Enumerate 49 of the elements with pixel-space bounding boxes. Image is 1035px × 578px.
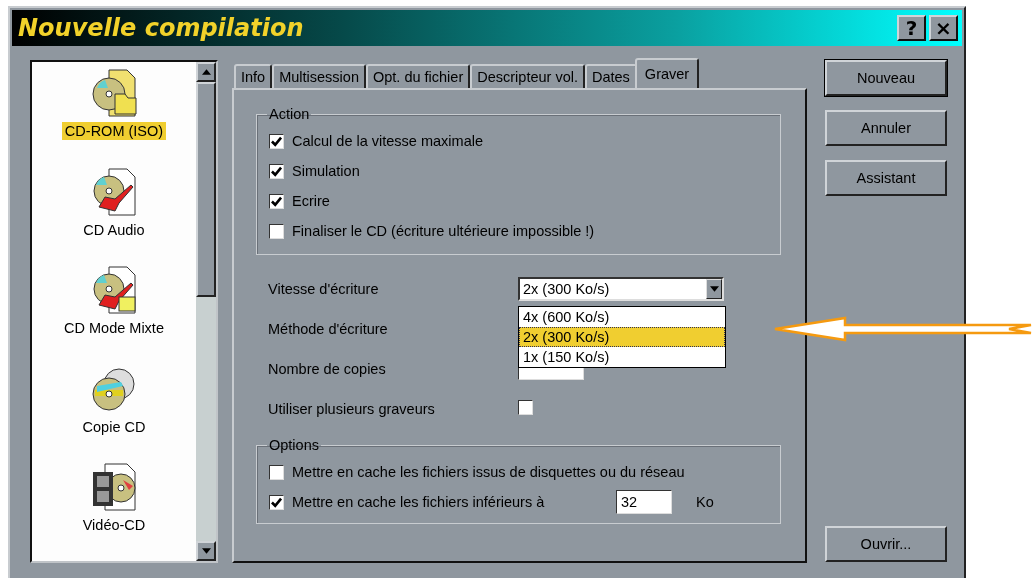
checkbox-label: Finaliser le CD (écriture ultérieure impossible !)	[292, 223, 595, 239]
scroll-down-icon[interactable]	[201, 548, 211, 554]
checkbox-label: Ecrire	[292, 193, 330, 209]
dialog-button[interactable]: Nouveau	[825, 60, 947, 96]
project-type-item[interactable]: CD Mode Mixte	[61, 319, 167, 338]
scroll-thumb[interactable]	[196, 82, 216, 297]
checkbox-label: Calcul de la vitesse maximale	[292, 133, 483, 149]
project-type-item[interactable]: CD-ROM (ISO)	[61, 122, 167, 140]
project-type-item[interactable]: Vidéo-CD	[79, 516, 149, 535]
group-title: Options	[268, 437, 320, 453]
group-title: Action	[268, 106, 311, 122]
checkbox[interactable]	[269, 193, 284, 209]
project-type-item[interactable]: Copie CD	[79, 417, 149, 436]
project-type-item[interactable]: CD Audio	[80, 220, 148, 239]
cd-folder-icon	[89, 68, 139, 118]
dropdown-option[interactable]: 2x (300 Ko/s)	[519, 327, 725, 347]
dialog-button[interactable]: Annuler	[825, 110, 947, 146]
field-label: Méthode d'écriture	[268, 321, 389, 337]
window-title: Nouvelle compilation	[18, 14, 304, 42]
caret-icon[interactable]	[709, 286, 719, 292]
unit-label: Ko	[696, 494, 714, 510]
help-button[interactable]: ?	[897, 15, 926, 41]
size-field[interactable]: 32	[616, 490, 672, 514]
tab[interactable]: Descripteur vol.	[470, 64, 585, 88]
dropdown-option[interactable]: 1x (150 Ko/s)	[519, 347, 725, 367]
checkbox[interactable]	[269, 133, 284, 149]
tab[interactable]: Dates	[584, 64, 637, 88]
field-label: Nombre de copies	[268, 361, 387, 377]
checkbox-label: Mettre en cache les fichiers inférieurs à	[292, 494, 546, 510]
tab[interactable]: Multisession	[272, 64, 366, 88]
tab[interactable]: Info	[234, 64, 273, 88]
checkbox-label: Mettre en cache les fichiers issus de disquettes ou du réseau	[292, 464, 685, 480]
checkbox[interactable]	[269, 494, 284, 510]
scrollbar[interactable]	[196, 62, 216, 561]
dropdown-option[interactable]: 4x (600 Ko/s)	[519, 307, 725, 327]
open-button[interactable]: Ouvrir...	[825, 526, 947, 562]
close-button[interactable]: ×	[929, 15, 958, 41]
speed-dropdown[interactable]: 2x (300 Ko/s)	[518, 277, 724, 301]
tab[interactable]: Opt. du fichier	[365, 64, 471, 88]
checkbox[interactable]	[518, 400, 533, 415]
tab[interactable]: Graver	[634, 58, 700, 88]
checkbox[interactable]	[269, 464, 284, 480]
checkbox[interactable]	[269, 163, 284, 179]
checkbox[interactable]	[269, 223, 284, 239]
scroll-up-icon[interactable]	[201, 69, 211, 75]
field-label: Vitesse d'écriture	[268, 281, 380, 297]
checkbox-label: Simulation	[292, 163, 360, 179]
field-label: Utiliser plusieurs graveurs	[268, 401, 436, 417]
dialog-button[interactable]: Assistant	[825, 160, 947, 196]
